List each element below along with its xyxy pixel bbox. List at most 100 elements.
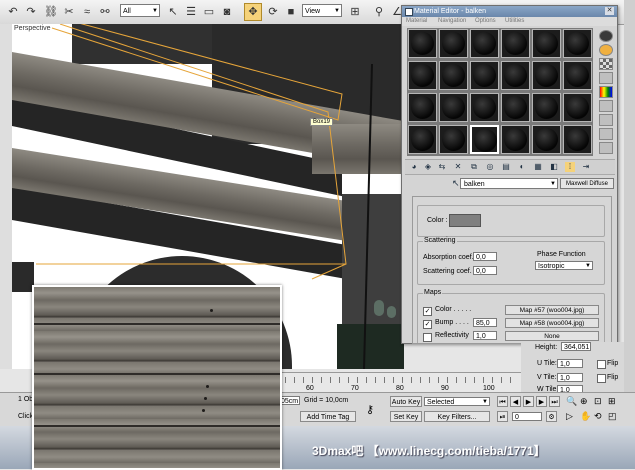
u-tile-field[interactable]: 1,0 <box>557 359 583 368</box>
background-icon[interactable] <box>599 58 613 70</box>
menu-utilities[interactable]: Utilities <box>505 17 524 26</box>
get-material-icon[interactable]: ◕ <box>409 162 419 172</box>
uv-tiling-icon[interactable] <box>599 72 613 84</box>
bump-map-button[interactable]: Map #58 (woo004.jpg) <box>505 318 599 328</box>
color-map-checkbox[interactable]: ✓ <box>423 307 432 316</box>
absorption-field[interactable]: 0,0 <box>473 252 497 261</box>
color-swatch[interactable] <box>449 214 481 227</box>
auto-key-button[interactable]: Auto Key <box>390 396 422 407</box>
zoom-all-icon[interactable]: ⊕ <box>580 396 588 407</box>
menu-material[interactable]: Material <box>406 17 427 26</box>
put-to-scene-icon[interactable]: ◈ <box>423 162 433 172</box>
next-frame-icon[interactable]: ▶ <box>536 396 547 407</box>
scattering-coef-field[interactable]: 0,0 <box>473 266 497 275</box>
material-sample-slot[interactable] <box>501 125 530 154</box>
select-link-icon[interactable]: ⛓ <box>42 3 60 21</box>
reflectivity-amount-field[interactable]: 1,0 <box>473 331 497 340</box>
options-icon[interactable] <box>599 114 613 126</box>
go-to-end-icon[interactable]: ⏭ <box>549 396 560 407</box>
material-sample-slot[interactable] <box>532 29 561 58</box>
redo-icon[interactable]: ↷ <box>22 3 40 21</box>
unlink-icon[interactable]: ✂ <box>60 3 78 21</box>
region-select-icon[interactable]: ▭ <box>200 3 218 21</box>
close-icon[interactable]: ✕ <box>605 7 614 15</box>
u-flip-checkbox[interactable] <box>597 360 606 369</box>
pan-icon[interactable]: ✋ <box>580 411 591 422</box>
panel-scrollbar[interactable] <box>624 0 635 392</box>
select-object-icon[interactable]: ↖ <box>164 3 182 21</box>
zoom-extents-icon[interactable]: ⊡ <box>594 396 602 407</box>
color-map-button[interactable]: Map #57 (woo004.jpg) <box>505 305 599 315</box>
timeline-ruler[interactable]: 60 70 80 90 100 <box>276 372 521 393</box>
material-sample-slot[interactable] <box>439 29 468 58</box>
material-sample-slot[interactable] <box>563 125 592 154</box>
material-sample-slot[interactable] <box>408 125 437 154</box>
material-sample-slot[interactable] <box>532 61 561 90</box>
field-of-view-icon[interactable]: ▷ <box>566 411 573 422</box>
show-end-result-icon[interactable]: ◧ <box>549 162 559 172</box>
reflectivity-map-button[interactable]: None <box>505 331 599 341</box>
make-preview-icon[interactable] <box>599 100 613 112</box>
material-sample-slot[interactable] <box>470 93 499 122</box>
show-map-icon[interactable]: ▦ <box>533 162 543 172</box>
put-to-library-icon[interactable]: ▤ <box>501 162 511 172</box>
menu-options[interactable]: Options <box>475 17 496 26</box>
material-sample-slot[interactable] <box>501 29 530 58</box>
phase-function-dropdown[interactable]: Isotropic ▼ <box>535 261 593 270</box>
v-tile-field[interactable]: 1,0 <box>557 373 583 382</box>
assign-to-selection-icon[interactable]: ⇆ <box>437 162 447 172</box>
select-by-name-icon[interactable]: ☰ <box>182 3 200 21</box>
material-sample-slot[interactable] <box>408 61 437 90</box>
key-mode-toggle-icon[interactable]: ⏯ <box>497 411 508 422</box>
make-unique-icon[interactable]: ◎ <box>485 162 495 172</box>
snap-icon[interactable]: ⚲ <box>370 3 388 21</box>
bump-amount-field[interactable]: 85,0 <box>473 318 497 327</box>
material-sample-slot[interactable] <box>501 93 530 122</box>
material-sample-slot[interactable] <box>563 93 592 122</box>
pick-material-icon[interactable]: ↖ <box>452 178 460 189</box>
select-by-material-icon[interactable] <box>599 128 613 140</box>
material-sample-slot[interactable] <box>532 93 561 122</box>
current-frame-field[interactable]: 0 <box>512 412 542 421</box>
material-navigator-icon[interactable] <box>599 142 613 154</box>
video-color-check-icon[interactable] <box>599 86 613 98</box>
material-sample-slot[interactable] <box>532 125 561 154</box>
set-key-button[interactable]: Set Key <box>390 411 422 422</box>
zoom-extents-all-icon[interactable]: ⊞ <box>608 396 616 407</box>
previous-frame-icon[interactable]: ◀ <box>510 396 521 407</box>
bump-map-checkbox[interactable]: ✓ <box>423 320 432 329</box>
maximize-viewport-icon[interactable]: ◰ <box>608 411 617 422</box>
reference-coord-dropdown[interactable]: View ▼ <box>302 4 342 17</box>
material-sample-slot[interactable] <box>470 29 499 58</box>
material-sample-slot[interactable] <box>439 125 468 154</box>
play-icon[interactable]: ▶ <box>523 396 534 407</box>
material-sample-slot[interactable] <box>439 93 468 122</box>
material-sample-slot[interactable] <box>470 61 499 90</box>
material-sample-slot[interactable] <box>439 61 468 90</box>
bind-space-warp-icon[interactable]: ≈ <box>78 3 96 21</box>
material-sample-slot[interactable] <box>408 93 437 122</box>
pivot-icon[interactable]: ⊞ <box>346 3 364 21</box>
selection-filter-dropdown[interactable]: All ▼ <box>120 4 160 17</box>
time-config-icon[interactable]: ⚙ <box>546 411 557 422</box>
window-crossing-icon[interactable]: ◙ <box>218 3 236 21</box>
go-to-start-icon[interactable]: ⏮ <box>497 396 508 407</box>
material-sample-slot[interactable] <box>470 125 499 154</box>
undo-icon[interactable]: ↶ <box>4 3 22 21</box>
height-field[interactable]: 364,051 <box>561 342 591 351</box>
backlight-icon[interactable] <box>599 44 613 56</box>
move-icon[interactable]: ✥ <box>244 3 262 21</box>
orbit-icon[interactable]: ⟲ <box>594 411 602 422</box>
add-time-tag-button[interactable]: Add Time Tag <box>300 411 356 422</box>
key-filters-button[interactable]: Key Filters... <box>424 411 490 422</box>
material-sample-slot[interactable] <box>563 61 592 90</box>
material-id-icon[interactable]: ◐ <box>517 162 527 172</box>
link-icon[interactable]: ⚯ <box>96 3 114 21</box>
go-to-parent-icon[interactable]: ⁞ <box>565 162 575 172</box>
reset-map-icon[interactable]: ✕ <box>453 162 463 172</box>
material-editor-title-bar[interactable]: Material Editor - balken ✕ <box>402 6 617 17</box>
zoom-icon[interactable]: 🔍 <box>566 396 577 407</box>
key-mode-dropdown[interactable]: Selected ▼ <box>424 397 490 406</box>
menu-navigation[interactable]: Navigation <box>438 17 466 26</box>
sample-type-icon[interactable] <box>599 30 613 42</box>
